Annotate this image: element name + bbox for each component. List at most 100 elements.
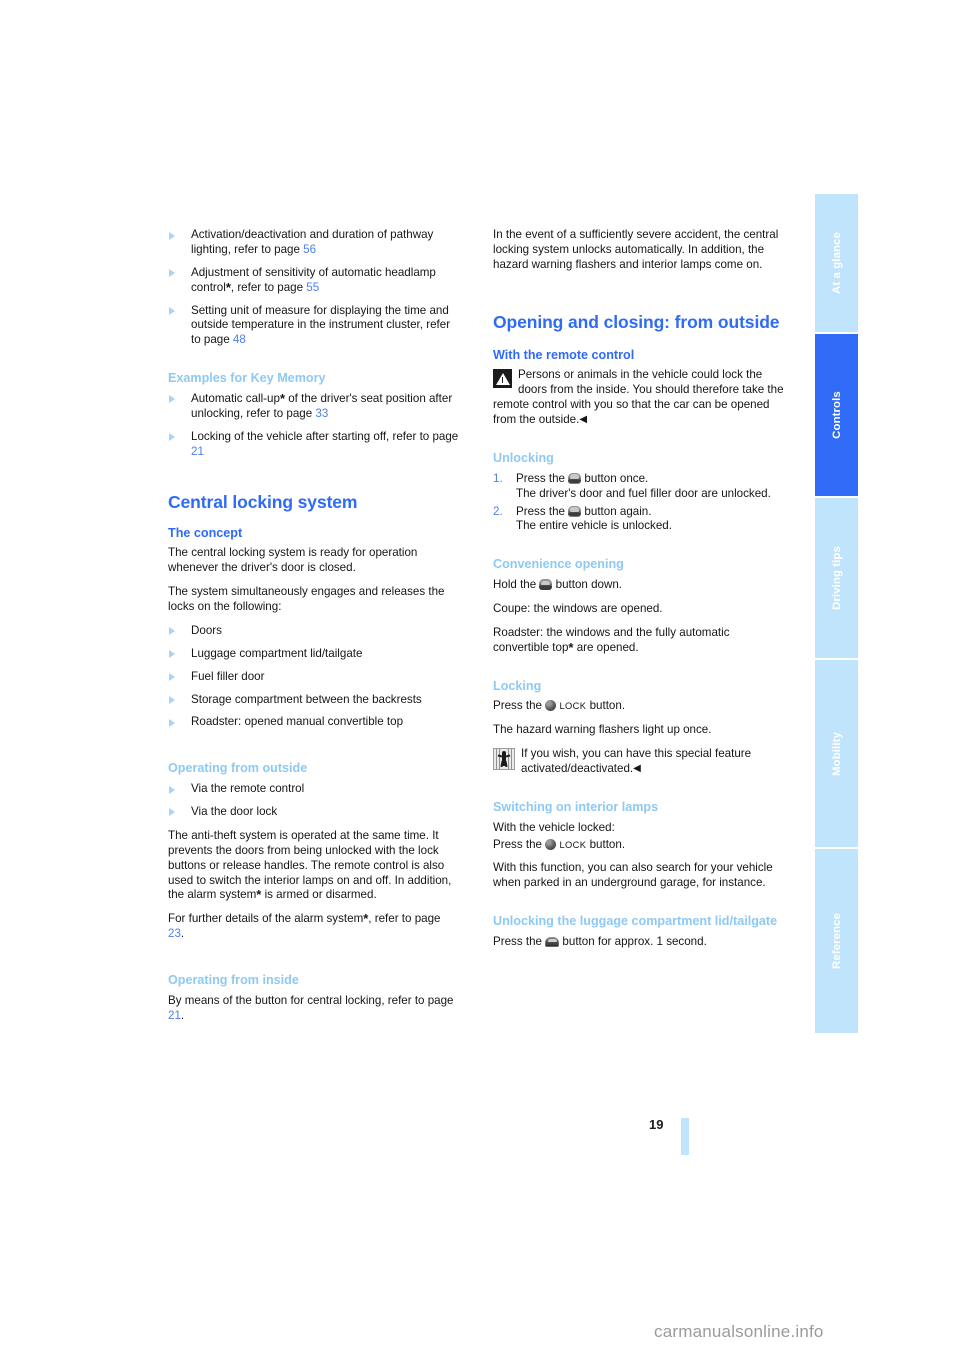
- triangle-bullet-icon: [169, 269, 175, 278]
- service-icon-figure-leg-right: [504, 761, 507, 768]
- service-icon-bar: [508, 749, 510, 770]
- step-text-cont: button again.: [581, 504, 652, 518]
- lock-button-label: Lock: [559, 701, 587, 712]
- page-ref[interactable]: 56: [303, 243, 316, 256]
- triangle-bullet-icon: [169, 696, 175, 705]
- page-ref[interactable]: 21: [191, 445, 204, 458]
- trunk-button-icon: [545, 936, 560, 947]
- list-item: Via the door lock: [168, 805, 459, 820]
- car-unlock-icon: [539, 579, 553, 591]
- heading-operating-from-outside: Operating from outside: [168, 761, 308, 776]
- heading-with-the-remote-control: With the remote control: [493, 347, 635, 362]
- tab-at-a-glance[interactable]: At a glance: [815, 194, 858, 332]
- warning-note: Persons or animals in the vehicle could …: [493, 368, 784, 428]
- concept-paragraph-1: The central locking system is ready for …: [168, 546, 418, 575]
- tab-driving-tips[interactable]: Driving tips: [815, 498, 858, 658]
- right-column: In the event of a sufficiently severe ac…: [493, 228, 784, 1033]
- tab-label: Mobility: [830, 731, 843, 776]
- lock-button-label: Lock: [559, 839, 587, 850]
- heading-examples-key-memory: Examples for Key Memory: [168, 371, 326, 386]
- list-item: Locking of the vehicle after starting of…: [168, 430, 459, 460]
- page-ref[interactable]: 21: [168, 1009, 181, 1022]
- heading-convenience-opening: Convenience opening: [493, 557, 624, 572]
- list-item: Roadster: opened manual convertible top: [168, 715, 459, 730]
- step-number: 2.: [493, 504, 503, 518]
- list-item: 2. Press the button again. The entire ve…: [493, 505, 784, 535]
- step-detail: The driver's door and fuel filler door a…: [516, 486, 771, 500]
- page-number-bar: [681, 1118, 689, 1155]
- heading-locking: Locking: [493, 678, 542, 693]
- heading-operating-from-inside: Operating from inside: [168, 973, 299, 988]
- convenience-text-cont: button down.: [552, 578, 623, 592]
- tab-label: At a glance: [830, 232, 843, 294]
- warning-triangle-icon: [493, 369, 512, 389]
- list-item: Adjustment of sensitivity of automatic h…: [168, 266, 459, 296]
- interior-lamps-paragraph-1: With the vehicle locked:: [493, 820, 615, 834]
- triangle-bullet-icon: [169, 307, 175, 316]
- interior-lamps-paragraph-2: Press the Lock button.: [493, 838, 784, 853]
- triangle-bullet-icon: [169, 808, 175, 817]
- locking-text-cont: button.: [586, 699, 626, 713]
- tab-reference[interactable]: Reference: [815, 849, 858, 1033]
- page-ref[interactable]: 33: [315, 407, 328, 420]
- convenience-paragraph-1: Hold the button down.: [493, 578, 784, 593]
- page-ref[interactable]: 48: [233, 333, 246, 346]
- bullet-text: Doors: [191, 623, 222, 637]
- warning-triangle-glyph: [495, 372, 510, 385]
- bullet-text: Storage compartment between the backrest…: [191, 692, 422, 706]
- bullet-text: Fuel filler door: [191, 669, 265, 683]
- lock-button-icon: [545, 700, 557, 712]
- operating-inside-paragraph: By means of the button for central locki…: [168, 994, 459, 1024]
- interior-lamps-paragraph-3: With this function, you can also search …: [493, 861, 773, 890]
- page-ref[interactable]: 23: [168, 927, 181, 940]
- special-feature-note-text: If you wish, you can have this special f…: [493, 747, 784, 777]
- list-item: Fuel filler door: [168, 670, 459, 685]
- bullet-text: Locking of the vehicle after starting of…: [191, 429, 459, 443]
- locking-targets-list: Doors Luggage compartment lid/tailgate F…: [168, 624, 459, 730]
- step-text: Press the: [516, 504, 569, 518]
- lock-button-icon: [545, 838, 557, 850]
- bullet-text: Setting unit of measure for displaying t…: [191, 303, 451, 347]
- special-feature-note: If you wish, you can have this special f…: [493, 747, 784, 777]
- page-columns: Activation/deactivation and duration of …: [168, 228, 784, 1033]
- bullet-text: Via the remote control: [191, 782, 305, 796]
- watermark: carmanualsonline.info: [654, 1322, 824, 1341]
- page-number: 19: [649, 1117, 664, 1132]
- list-item: Doors: [168, 624, 459, 639]
- alarm-text-cont: , refer to page: [368, 912, 441, 926]
- convenience-paragraph-3: Roadster: the windows and the fully auto…: [493, 626, 784, 656]
- list-item: Via the remote control: [168, 782, 459, 797]
- note-end-marker: ◀: [579, 414, 588, 426]
- accident-paragraph: In the event of a sufficiently severe ac…: [493, 228, 779, 271]
- tab-label: Reference: [830, 913, 843, 969]
- alarm-details-paragraph: For further details of the alarm system*…: [168, 912, 459, 942]
- left-column: Activation/deactivation and duration of …: [168, 228, 459, 1033]
- manual-page: Activation/deactivation and duration of …: [0, 0, 960, 1358]
- tab-mobility[interactable]: Mobility: [815, 660, 858, 847]
- unlocking-steps: 1. Press the button once. The driver's d…: [493, 472, 784, 535]
- page-ref[interactable]: 55: [306, 281, 319, 294]
- heading-unlocking-luggage-compartment: Unlocking the luggage compartment lid/ta…: [493, 914, 778, 929]
- triangle-bullet-icon: [169, 673, 175, 682]
- bullet-text: Automatic call-up: [191, 391, 280, 405]
- heading-central-locking-system: Central locking system: [168, 491, 358, 512]
- car-unlock-icon: [568, 505, 582, 517]
- step-text-cont: button once.: [581, 471, 649, 485]
- triangle-bullet-icon: [169, 395, 175, 404]
- heading-the-concept: The concept: [168, 525, 243, 540]
- list-item: Automatic call-up* of the driver's seat …: [168, 392, 459, 422]
- service-dealer-icon: [493, 748, 515, 771]
- luggage-text-cont: button for approx. 1 second.: [559, 934, 707, 948]
- interior-lamps-text-cont: button.: [586, 837, 626, 851]
- step-text: Press the: [516, 471, 569, 485]
- tab-controls[interactable]: Controls: [815, 334, 858, 496]
- luggage-text: Press the: [493, 934, 546, 948]
- triangle-bullet-icon: [169, 785, 175, 794]
- convenience-paragraph-2: Coupe: the windows are opened.: [493, 601, 663, 615]
